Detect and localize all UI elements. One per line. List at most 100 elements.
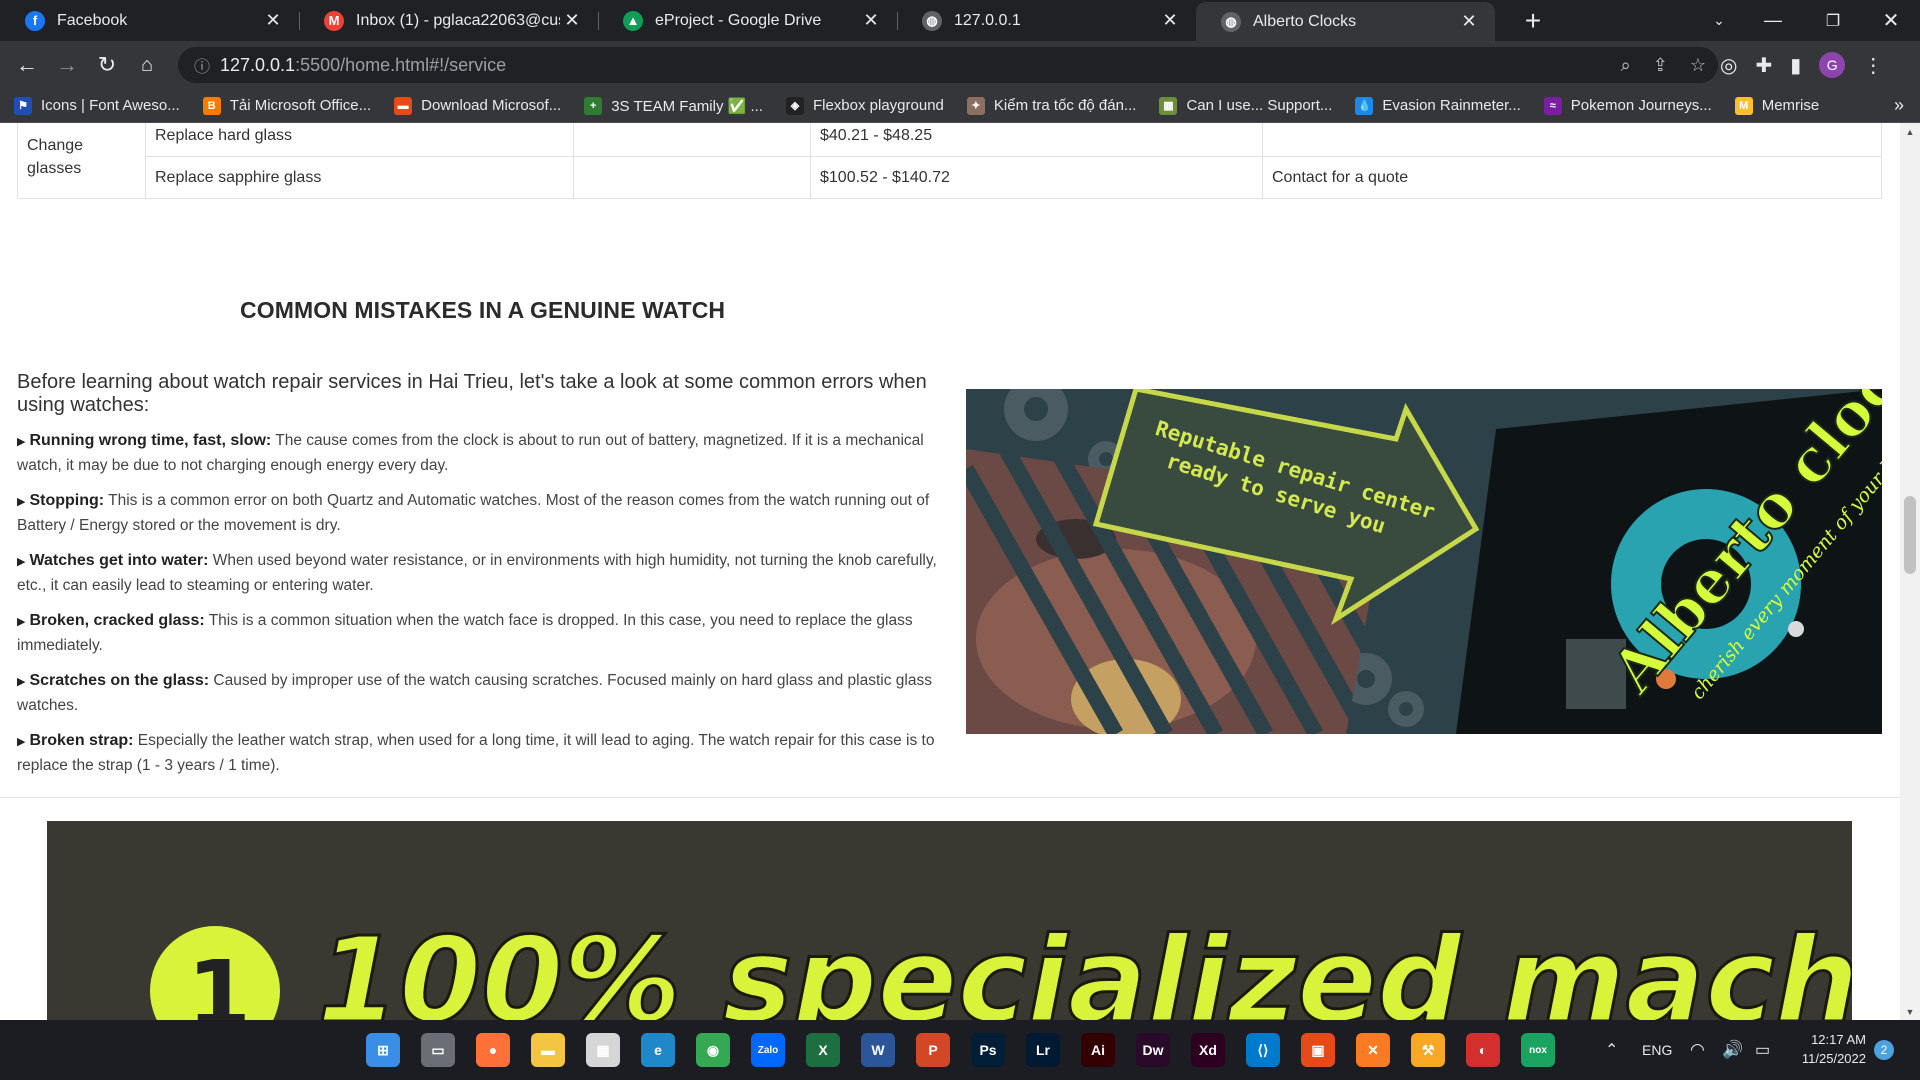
browser-tab[interactable]: ◍ Alberto Clocks ✕ bbox=[1196, 2, 1495, 41]
browser-toolbar: ← → ↻ ⌂ ⓘ 127.0.0.1:5500/home.html#!/ser… bbox=[0, 41, 1920, 89]
bookmark-label: Evasion Rainmeter... bbox=[1382, 97, 1521, 114]
bookmark-item[interactable]: ◈ Flexbox playground bbox=[785, 96, 944, 115]
restore-button[interactable]: ❐ bbox=[1810, 0, 1856, 41]
language-indicator[interactable]: ENG bbox=[1642, 1020, 1672, 1080]
bookmark-label: Can I use... Support... bbox=[1186, 97, 1333, 114]
show-hidden-icons-icon[interactable]: ⌃ bbox=[1605, 1020, 1618, 1080]
task-view-icon[interactable]: ▭ bbox=[421, 1033, 455, 1067]
tab-close-icon[interactable]: ✕ bbox=[859, 9, 883, 33]
extensions-puzzle-icon[interactable]: ✚ bbox=[1755, 53, 1772, 78]
system-clock[interactable]: 12:17 AM 11/25/2022 bbox=[1790, 1030, 1866, 1068]
scroll-up-icon[interactable]: ▲ bbox=[1900, 123, 1920, 140]
page-content: Change glasses Replace hard glass $40.21… bbox=[0, 123, 1900, 1020]
word-icon[interactable]: W bbox=[861, 1033, 895, 1067]
edge-icon[interactable]: e bbox=[641, 1033, 675, 1067]
zoom-icon[interactable]: ⌕ bbox=[1621, 55, 1631, 76]
download-site-icon: ▬ bbox=[394, 96, 413, 115]
lightroom-icon[interactable]: Lr bbox=[1026, 1033, 1060, 1067]
bookmark-item[interactable]: +3S TEAM Family ✅ ... bbox=[584, 96, 763, 115]
banner-illustration: Reputable repair center ready to serve y… bbox=[966, 389, 1882, 734]
xd-icon[interactable]: Xd bbox=[1191, 1033, 1225, 1067]
side-panel-icon[interactable]: ▮ bbox=[1790, 53, 1801, 78]
windows-start-icon[interactable]: ⊞ bbox=[366, 1033, 400, 1067]
tab-search-icon[interactable]: ⌄ bbox=[1696, 0, 1742, 41]
bookmark-label: Download Microsof... bbox=[421, 97, 562, 114]
tab-close-icon[interactable]: ✕ bbox=[261, 9, 285, 33]
bookmarks-bar: ⚑ Icons | Font Aweso... B Tải Microsoft Off… bbox=[0, 89, 1920, 123]
browser-tab[interactable]: ▲ eProject - Google Drive ✕ bbox=[598, 0, 897, 41]
back-button[interactable]: ← bbox=[11, 49, 43, 81]
garena-icon[interactable]: ◐ bbox=[1466, 1033, 1500, 1067]
caret-right-icon: ▶ bbox=[17, 676, 26, 688]
tab-title: Alberto Clocks bbox=[1253, 12, 1357, 30]
file-explorer-icon[interactable]: ▬ bbox=[531, 1033, 565, 1067]
bookmark-item[interactable]: ⚑ Icons | Font Aweso... bbox=[14, 96, 180, 115]
office-icon[interactable]: ▣ bbox=[1301, 1033, 1335, 1067]
banner-number: 1 bbox=[187, 941, 251, 1020]
tab-strip: + ⌄ — ❐ ✕ f Facebook ✕ M Inbox (1) - pglaca2… bbox=[0, 0, 1920, 41]
profile-avatar[interactable]: G bbox=[1819, 52, 1846, 78]
bookmark-item[interactable]: ✦ Kiểm tra tốc độ đán... bbox=[966, 96, 1136, 115]
menu-kebab-icon[interactable]: ⋮ bbox=[1863, 53, 1883, 78]
new-tab-button[interactable]: + bbox=[1517, 5, 1549, 37]
tab-title: Inbox (1) - pglaca22063@cusc.ctu bbox=[356, 11, 560, 29]
minimize-button[interactable]: — bbox=[1750, 0, 1796, 41]
wifi-icon[interactable]: ◠ bbox=[1690, 1020, 1705, 1080]
clock-date: 11/25/2022 bbox=[1801, 1051, 1866, 1066]
battery-icon[interactable]: ▭ bbox=[1755, 1020, 1770, 1080]
bookmark-item[interactable]: 💧 Evasion Rainmeter... bbox=[1355, 96, 1521, 115]
nox-icon[interactable]: nox bbox=[1521, 1033, 1555, 1067]
site-info-icon[interactable]: ⓘ bbox=[184, 53, 220, 77]
caniuse-icon: ▦ bbox=[1159, 96, 1178, 115]
dreamweaver-icon[interactable]: Dw bbox=[1136, 1033, 1170, 1067]
table-cell-service: Replace hard glass bbox=[145, 123, 574, 157]
tab-separator bbox=[897, 12, 898, 30]
list-item: ▶ Broken, cracked glass: This is a common… bbox=[17, 612, 913, 654]
browser-tab[interactable]: ◍ 127.0.0.1 ✕ bbox=[897, 0, 1196, 41]
home-button[interactable]: ⌂ bbox=[131, 49, 163, 81]
browser-tab[interactable]: f Facebook ✕ bbox=[0, 0, 299, 41]
banner-headline: 100% specialized machines bbox=[317, 911, 1852, 1020]
vscode-icon[interactable]: ⟨⟩ bbox=[1246, 1033, 1280, 1067]
speed-test-icon: ✦ bbox=[966, 96, 985, 115]
xampp-icon[interactable]: ✕ bbox=[1356, 1033, 1390, 1067]
zalo-icon[interactable]: Zalo bbox=[751, 1033, 785, 1067]
powerpoint-icon[interactable]: P bbox=[916, 1033, 950, 1067]
photoshop-icon[interactable]: Ps bbox=[971, 1033, 1005, 1067]
volume-icon[interactable]: 🔊 bbox=[1722, 1020, 1743, 1080]
address-bar[interactable]: ⓘ 127.0.0.1:5500/home.html#!/service ⌕ ⇪… bbox=[178, 47, 1718, 83]
bookmark-item[interactable]: ▦ Can I use... Support... bbox=[1159, 96, 1333, 115]
bookmarks-overflow-icon[interactable]: » bbox=[1894, 95, 1904, 116]
scrollbar-thumb[interactable] bbox=[1904, 496, 1916, 574]
bookmark-star-icon[interactable]: ☆ bbox=[1690, 55, 1706, 76]
cross-icon: + bbox=[584, 96, 603, 115]
illustrator-icon[interactable]: Ai bbox=[1081, 1033, 1115, 1067]
browser-tab[interactable]: M Inbox (1) - pglaca22063@cusc.ctu✕ bbox=[299, 0, 598, 41]
chrome-icon[interactable]: ◉ bbox=[696, 1033, 730, 1067]
bookmark-item[interactable]: ▬ Download Microsof... bbox=[394, 96, 562, 115]
scroll-down-icon[interactable]: ▼ bbox=[1900, 1003, 1920, 1020]
notification-badge[interactable]: 2 bbox=[1874, 1040, 1894, 1060]
tab-separator bbox=[299, 12, 300, 30]
bookmark-item[interactable]: ≈ Pokemon Journeys... bbox=[1543, 96, 1712, 115]
clock-time: 12:17 AM bbox=[1811, 1032, 1866, 1047]
tab-close-icon[interactable]: ✕ bbox=[1158, 9, 1182, 33]
tool-icon[interactable]: ⚒ bbox=[1411, 1033, 1445, 1067]
bookmark-item[interactable]: M Memrise bbox=[1734, 96, 1819, 115]
firefox-icon[interactable]: ● bbox=[476, 1033, 510, 1067]
tab-close-icon[interactable]: ✕ bbox=[560, 9, 584, 33]
tab-close-icon[interactable]: ✕ bbox=[1457, 10, 1481, 34]
extension-compass-icon[interactable]: ◎ bbox=[1720, 53, 1737, 78]
excel-icon[interactable]: X bbox=[806, 1033, 840, 1067]
bookmark-item[interactable]: B Tải Microsoft Office... bbox=[202, 96, 371, 115]
gmail-icon: M bbox=[324, 10, 344, 31]
table-cell-note: Contact for a quote bbox=[1262, 156, 1882, 199]
close-window-button[interactable]: ✕ bbox=[1868, 0, 1914, 41]
share-icon[interactable]: ⇪ bbox=[1653, 55, 1668, 76]
reload-button[interactable]: ↻ bbox=[91, 49, 123, 81]
table-row: Replace sapphire glass $100.52 - $140.72… bbox=[18, 156, 1882, 199]
forward-button[interactable]: → bbox=[51, 49, 83, 81]
page-scrollbar[interactable]: ▲ ▼ bbox=[1900, 123, 1920, 1020]
table-row: Change glasses Replace hard glass $40.21… bbox=[17, 123, 1882, 199]
store-icon[interactable]: ▦ bbox=[586, 1033, 620, 1067]
